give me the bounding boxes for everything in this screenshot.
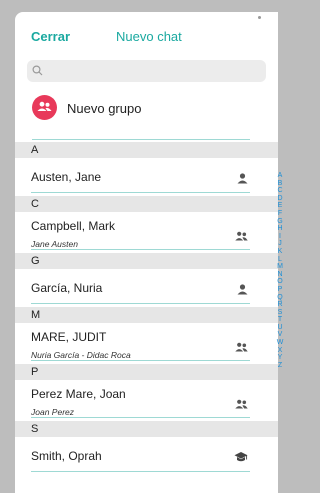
index-letter[interactable]: S	[275, 309, 285, 317]
index-letter[interactable]: E	[275, 202, 285, 210]
contact-row[interactable]: Austen, Jane	[15, 158, 278, 196]
index-letter[interactable]: N	[275, 271, 285, 279]
group-icon	[235, 396, 248, 414]
index-letter[interactable]: K	[275, 248, 285, 256]
index-letter[interactable]: T	[275, 316, 285, 324]
new-group-label: Nuevo grupo	[67, 101, 142, 116]
index-letter[interactable]: P	[275, 286, 285, 294]
index-letter[interactable]: Y	[275, 354, 285, 362]
search-input[interactable]	[49, 60, 263, 84]
index-letter[interactable]: R	[275, 301, 285, 309]
section-header: P	[15, 364, 278, 380]
group-add-icon	[37, 101, 52, 111]
index-letter[interactable]: L	[275, 256, 285, 264]
contact-subtitle: Nuria García - Didac Roca	[31, 350, 131, 360]
divider	[31, 471, 250, 472]
index-letter[interactable]: D	[275, 195, 285, 203]
contact-name: Smith, Oprah	[31, 449, 102, 463]
contact-name: Perez Mare, Joan	[31, 387, 126, 401]
section-header: M	[15, 307, 278, 323]
divider	[31, 360, 250, 361]
contact-name: Campbell, Mark	[31, 219, 116, 233]
search-icon	[32, 65, 43, 76]
index-letter[interactable]: F	[275, 210, 285, 218]
divider	[31, 192, 250, 193]
divider	[31, 417, 250, 418]
alphabet-index[interactable]: ABCDEFGHIJKLMNOPQRSTUVWXYZ	[275, 172, 285, 369]
index-letter[interactable]: X	[275, 347, 285, 355]
person-icon	[237, 171, 248, 189]
index-letter[interactable]: Z	[275, 362, 285, 370]
close-button[interactable]: Cerrar	[31, 29, 70, 44]
contact-row[interactable]: Perez Mare, Joan Joan Perez	[15, 380, 278, 421]
index-letter[interactable]: C	[275, 187, 285, 195]
index-letter[interactable]: G	[275, 218, 285, 226]
index-letter[interactable]: O	[275, 278, 285, 286]
section-header: G	[15, 253, 278, 269]
divider	[31, 249, 250, 250]
contact-subtitle: Joan Perez	[31, 407, 74, 417]
index-letter[interactable]: H	[275, 225, 285, 233]
index-letter[interactable]: A	[275, 172, 285, 180]
contact-row[interactable]: MARE, JUDIT Nuria García - Didac Roca	[15, 323, 278, 364]
group-icon	[235, 228, 248, 246]
new-group-badge	[32, 95, 57, 120]
contact-list: A Austen, Jane C Campbell, Mark Jane Austen…	[15, 142, 278, 475]
group-icon	[235, 339, 248, 357]
section-header: A	[15, 142, 278, 158]
divider	[32, 139, 250, 140]
contact-name: García, Nuria	[31, 281, 103, 295]
section-header: C	[15, 196, 278, 212]
new-chat-sheet: Cerrar Nuevo chat Nuevo grupo A Austen, J…	[15, 12, 278, 493]
index-letter[interactable]: W	[275, 339, 285, 347]
index-letter[interactable]: V	[275, 331, 285, 339]
index-letter[interactable]: U	[275, 324, 285, 332]
index-letter[interactable]: J	[275, 240, 285, 248]
contact-subtitle: Jane Austen	[31, 239, 78, 249]
contact-row[interactable]: Campbell, Mark Jane Austen	[15, 212, 278, 253]
contact-row[interactable]: García, Nuria	[15, 269, 278, 307]
index-letter[interactable]: M	[275, 263, 285, 271]
graduation-cap-icon	[234, 450, 248, 468]
contact-name: Austen, Jane	[31, 170, 102, 184]
index-letter[interactable]: I	[275, 233, 285, 241]
page-title: Nuevo chat	[116, 29, 182, 44]
header: Cerrar Nuevo chat	[15, 12, 278, 56]
contact-name: MARE, JUDIT	[31, 330, 107, 344]
section-header: S	[15, 421, 278, 437]
person-icon	[237, 282, 248, 300]
index-letter[interactable]: Q	[275, 294, 285, 302]
new-group-button[interactable]: Nuevo grupo	[15, 92, 278, 142]
contact-row[interactable]: Smith, Oprah	[15, 437, 278, 475]
divider	[31, 303, 250, 304]
search-bar[interactable]	[27, 60, 266, 84]
index-letter[interactable]: B	[275, 180, 285, 188]
